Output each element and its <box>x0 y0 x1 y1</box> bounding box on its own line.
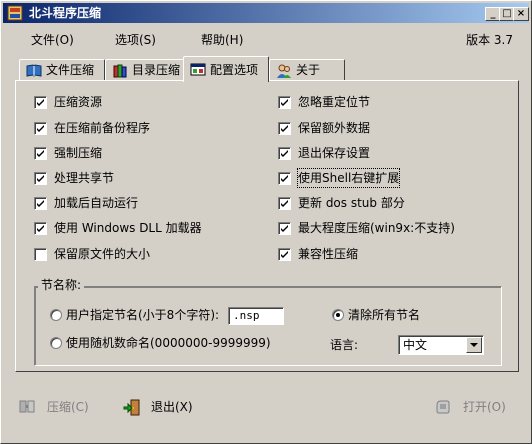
random-section-name-label: 使用随机数命名(0000000-9999999) <box>66 336 271 350</box>
option-label: 加载后自动运行 <box>54 196 139 210</box>
section-names-title: 节名称: <box>38 278 85 292</box>
tab-label: 文件压缩 <box>46 63 95 77</box>
tab-label: 关于 <box>296 63 321 77</box>
checkbox[interactable] <box>34 222 47 235</box>
open-button[interactable]: 打开(O) <box>435 395 515 419</box>
menu-options[interactable]: 选项(S) <box>115 32 156 48</box>
tab-label: 配置选项 <box>210 63 259 77</box>
option-label: 使用 Windows DLL 加载器 <box>54 221 202 235</box>
menu-file[interactable]: 文件(O) <box>31 32 74 48</box>
book-icon <box>26 63 42 79</box>
open-label: 打开(O) <box>463 400 506 414</box>
option-label: 在压缩前备份程序 <box>54 121 151 135</box>
radio-random-section-name[interactable] <box>50 337 62 349</box>
main-window: 北斗程序压缩 _ □ × 文件(O) 选项(S) 帮助(H) 版本 3.7 文件… <box>0 0 532 444</box>
version-label: 版本 3.7 <box>466 33 513 47</box>
checkbox[interactable] <box>278 197 291 210</box>
exit-button[interactable]: 退出(X) <box>123 395 203 419</box>
language-select[interactable]: 中文 <box>398 335 484 355</box>
title-bar[interactable]: 北斗程序压缩 _ □ × <box>3 3 529 23</box>
tab-file-compress[interactable]: 文件压缩 <box>19 59 105 81</box>
checkbox[interactable] <box>34 197 47 210</box>
option-label: 压缩资源 <box>54 95 103 109</box>
config-panel: 压缩资源 在压缩前备份程序 强制压缩 处理共享节 加载后自动运行 使用 Wind… <box>15 80 519 372</box>
checkbox[interactable] <box>34 172 47 185</box>
config-icon <box>190 62 206 78</box>
checkbox[interactable] <box>34 96 47 109</box>
books-icon <box>112 63 128 79</box>
option-label: 忽略重定位节 <box>298 95 371 109</box>
app-icon <box>7 5 23 21</box>
option-label: 最大程度压缩(win9x:不支持) <box>298 221 455 235</box>
radio-dot <box>336 313 340 317</box>
checkbox[interactable] <box>278 147 291 160</box>
section-name-input[interactable]: .nsp <box>228 307 284 325</box>
option-label: 更新 dos stub 部分 <box>298 196 405 210</box>
option-label: 保留额外数据 <box>298 121 371 135</box>
checkbox[interactable] <box>34 147 47 160</box>
menu-help[interactable]: 帮助(H) <box>201 32 243 48</box>
compress-label: 压缩(C) <box>47 400 89 414</box>
option-label: 保留原文件的大小 <box>54 247 151 261</box>
radio-custom-section-name[interactable] <box>50 309 62 321</box>
tab-label: 目录压缩 <box>132 63 181 77</box>
exit-door-icon <box>123 399 140 416</box>
close-button[interactable]: × <box>513 7 529 21</box>
language-value: 中文 <box>403 338 428 352</box>
option-label: 兼容性压缩 <box>298 247 359 261</box>
exit-label: 退出(X) <box>151 400 193 414</box>
checkbox[interactable] <box>34 248 47 261</box>
compress-icon <box>19 399 35 415</box>
checkbox[interactable] <box>278 248 291 261</box>
option-label: 处理共享节 <box>54 171 115 185</box>
clear-section-names-label: 清除所有节名 <box>348 308 421 322</box>
checkbox[interactable] <box>34 122 47 135</box>
option-label: 使用Shell右键扩展 <box>296 168 401 188</box>
option-label: 退出保存设置 <box>298 146 371 160</box>
checkbox[interactable] <box>278 172 291 185</box>
open-icon <box>435 399 451 415</box>
compress-button[interactable]: 压缩(C) <box>19 395 99 419</box>
window-title: 北斗程序压缩 <box>29 6 102 20</box>
option-label: 强制压缩 <box>54 146 103 160</box>
users-icon <box>276 63 292 79</box>
tab-config[interactable]: 配置选项 <box>183 56 269 82</box>
checkbox[interactable] <box>278 222 291 235</box>
language-label: 语言: <box>330 338 359 352</box>
checkbox[interactable] <box>278 96 291 109</box>
tab-dir-compress[interactable]: 目录压缩 <box>105 59 185 81</box>
tab-about[interactable]: 关于 <box>269 59 345 81</box>
radio-clear-section-names[interactable] <box>332 309 344 321</box>
chevron-down-icon[interactable] <box>466 337 482 353</box>
custom-section-name-label: 用户指定节名(小于8个字符): <box>66 308 220 322</box>
menu-bar: 文件(O) 选项(S) 帮助(H) 版本 3.7 <box>3 29 529 51</box>
checkbox[interactable] <box>278 122 291 135</box>
